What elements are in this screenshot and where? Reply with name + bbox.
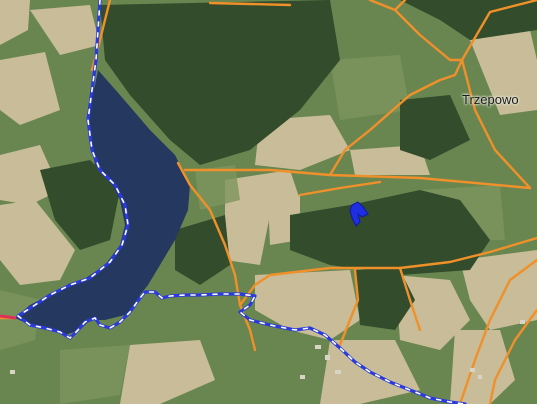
place-label-trzepowo: Trzepowo: [462, 92, 519, 107]
map-layer[interactable]: [0, 0, 537, 404]
map-view[interactable]: Trzepowo: [0, 0, 537, 404]
edge-marker: [0, 314, 17, 320]
